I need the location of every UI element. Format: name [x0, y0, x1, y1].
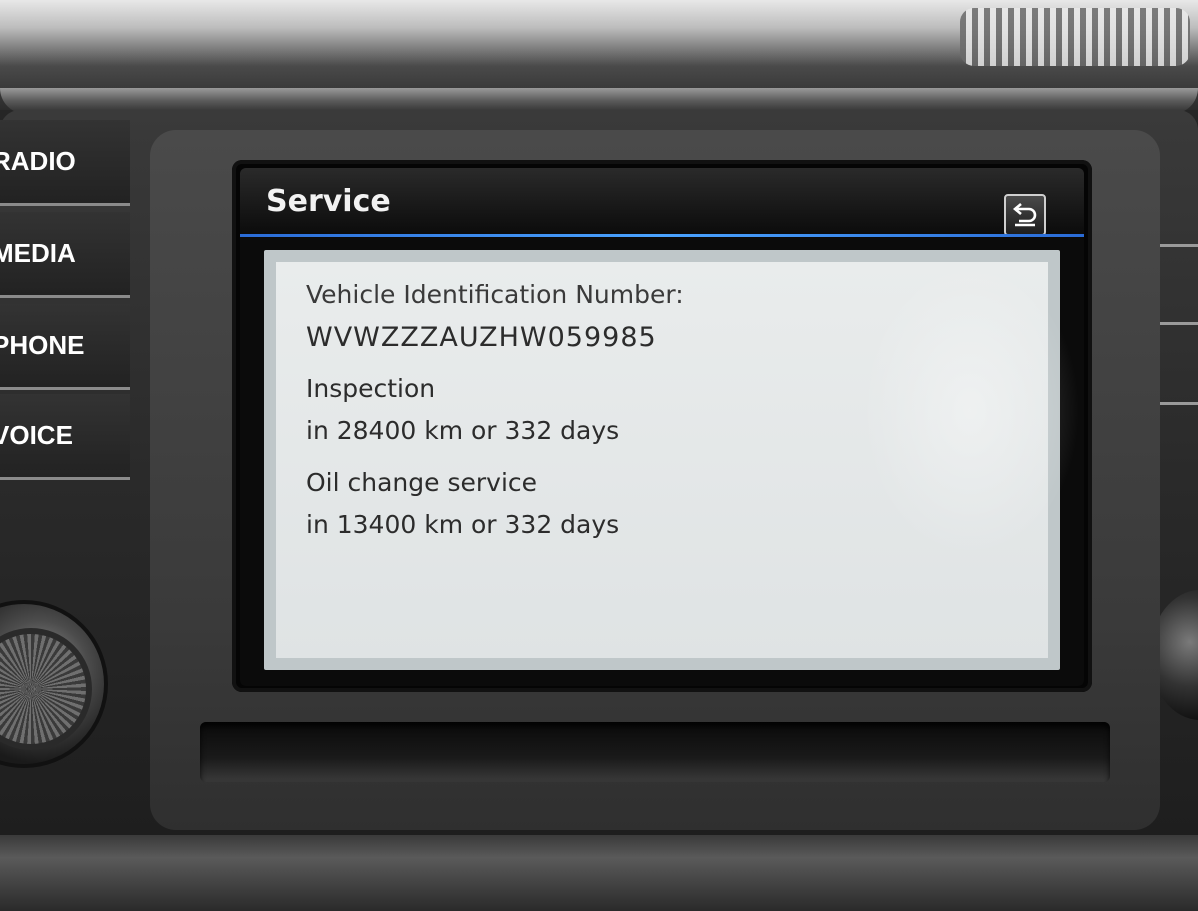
cd-slot: [200, 722, 1110, 782]
voice-button[interactable]: VOICE: [0, 394, 130, 480]
phone-button[interactable]: PHONE: [0, 304, 130, 390]
service-info-panel: Vehicle Identification Number: WVWZZZAUZ…: [276, 262, 1048, 658]
media-button-label: MEDIA: [0, 238, 76, 268]
vin-value: WVWZZZAUZHW059985: [306, 322, 657, 353]
right-button-divider: [1160, 244, 1198, 247]
right-button-divider: [1160, 402, 1198, 405]
back-arrow-icon: [1012, 203, 1037, 227]
infotainment-screen: Service Vehicle Identification Number: W…: [240, 168, 1084, 686]
head-unit-bottom: [0, 835, 1198, 911]
inspection-label: Inspection: [306, 374, 436, 403]
page-title: Service: [266, 184, 391, 219]
media-button[interactable]: MEDIA: [0, 212, 130, 298]
oil-change-label: Oil change service: [306, 468, 538, 497]
phone-button-label: PHONE: [0, 330, 85, 360]
inspection-value: in 28400 km or 332 days: [306, 416, 620, 445]
radio-button[interactable]: RADIO: [0, 120, 130, 206]
oil-change-value: in 13400 km or 332 days: [306, 510, 620, 539]
vin-label: Vehicle Identification Number:: [306, 280, 684, 309]
air-vent: [960, 8, 1190, 66]
radio-button-label: RADIO: [0, 146, 76, 176]
title-bar: Service: [240, 168, 1084, 238]
car-dashboard-scene: RADIO MEDIA PHONE VOICE Service Vehicle …: [0, 0, 1198, 911]
right-button-divider: [1160, 322, 1198, 325]
voice-button-label: VOICE: [0, 420, 73, 450]
title-divider: [240, 234, 1084, 237]
back-button[interactable]: [1004, 194, 1046, 236]
